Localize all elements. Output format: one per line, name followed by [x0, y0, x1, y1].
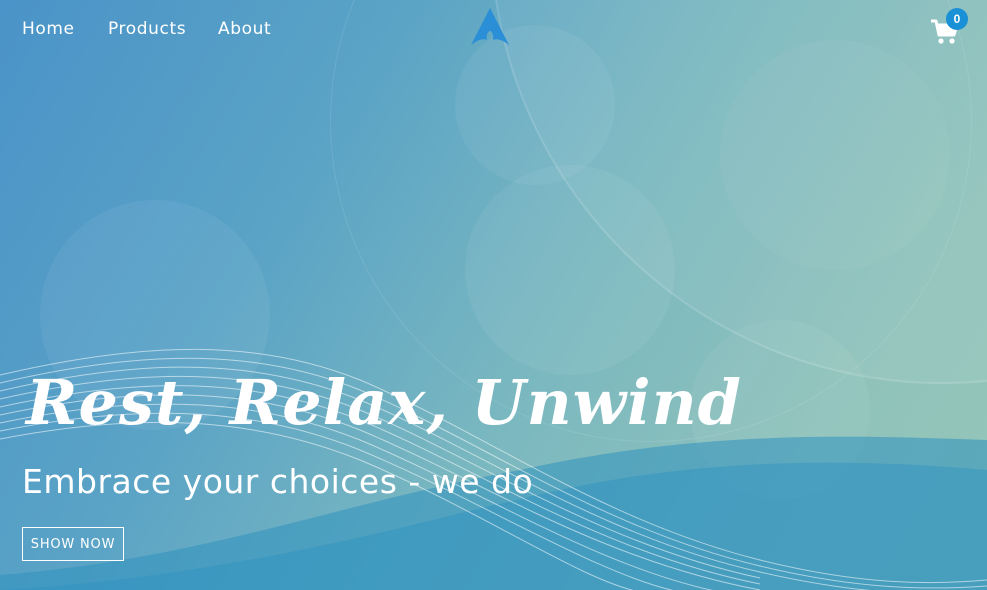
cart-count-badge: 0	[946, 8, 968, 30]
show-now-button[interactable]: SHOW NOW	[22, 527, 124, 561]
wave-lines-decoration	[0, 348, 987, 590]
arch-logo-icon[interactable]	[469, 7, 511, 47]
nav-link-products[interactable]: Products	[108, 19, 186, 39]
hero-background	[0, 0, 987, 590]
top-navigation: Home Products About 0	[0, 0, 987, 60]
hero-title: Rest, Relax, Unwind	[26, 366, 743, 439]
nav-link-home[interactable]: Home	[22, 19, 75, 39]
nav-link-about[interactable]: About	[218, 19, 271, 39]
hero-subtitle: Embrace your choices - we do	[22, 462, 534, 501]
